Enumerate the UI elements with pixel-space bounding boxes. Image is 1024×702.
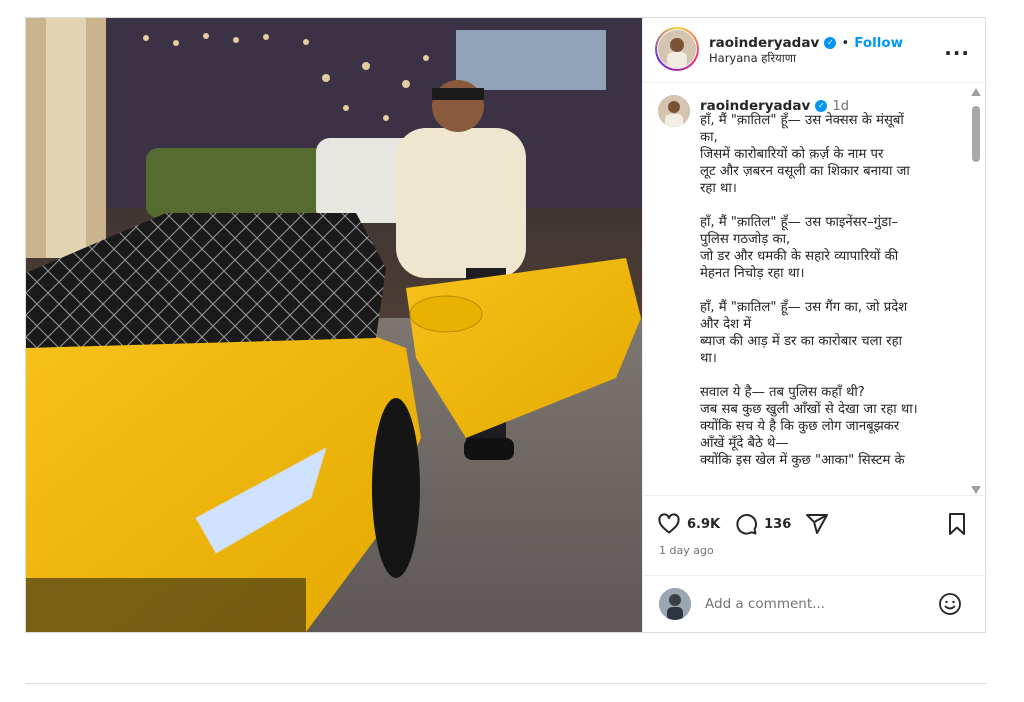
scroll-down-arrow-icon[interactable]	[971, 486, 981, 494]
caption-avatar[interactable]	[658, 95, 690, 127]
emoji-icon[interactable]	[938, 592, 962, 616]
heart-icon[interactable]	[657, 512, 681, 536]
header-text: raoinderyadav ✓ • Follow Haryana हरियाणा	[709, 32, 903, 66]
comment-input[interactable]: Add a comment...	[705, 596, 925, 612]
caption-scrollbar[interactable]	[970, 88, 982, 494]
comment-count[interactable]: 136	[764, 517, 791, 532]
viewer-avatar	[659, 588, 691, 620]
like-count[interactable]: 6.9K	[687, 517, 720, 532]
scroll-up-arrow-icon[interactable]	[971, 88, 981, 96]
verified-badge-icon: ✓	[815, 99, 828, 112]
comment-icon[interactable]	[734, 512, 758, 536]
avatar-image	[659, 588, 691, 620]
bookmark-icon[interactable]	[946, 512, 968, 536]
verified-badge-icon: ✓	[824, 36, 837, 49]
page-divider	[25, 683, 986, 684]
car-photo	[26, 18, 642, 632]
scroll-thumb[interactable]	[972, 106, 980, 162]
post-sidebar: raoinderyadav ✓ • Follow Haryana हरियाणा…	[642, 18, 986, 632]
caption-text: हाँ, मैं "क़ातिल" हूँ— उस नेक्सस के मंसू…	[700, 113, 918, 468]
post-header: raoinderyadav ✓ • Follow Haryana हरियाणा…	[643, 18, 986, 83]
follow-button[interactable]: Follow	[854, 35, 903, 51]
more-options-button[interactable]: ...	[944, 36, 970, 60]
author-username[interactable]: raoinderyadav	[709, 35, 819, 51]
post-image[interactable]	[26, 18, 642, 632]
post-card: raoinderyadav ✓ • Follow Haryana हरियाणा…	[25, 17, 986, 633]
avatar-image	[658, 30, 696, 68]
author-avatar[interactable]	[658, 30, 696, 68]
comment-box: Add a comment...	[643, 575, 986, 633]
caption-section: raoinderyadav ✓ 1d हाँ, मैं "क़ातिल" हूँ…	[643, 83, 986, 495]
post-location[interactable]: Haryana हरियाणा	[709, 51, 903, 66]
separator-dot: •	[841, 36, 850, 51]
avatar-image	[658, 95, 690, 127]
post-age[interactable]: 1 day ago	[659, 544, 714, 557]
post-actions: 6.9K 136 1 day ago	[643, 495, 986, 576]
share-icon[interactable]	[805, 512, 829, 536]
action-row: 6.9K 136	[657, 512, 829, 536]
